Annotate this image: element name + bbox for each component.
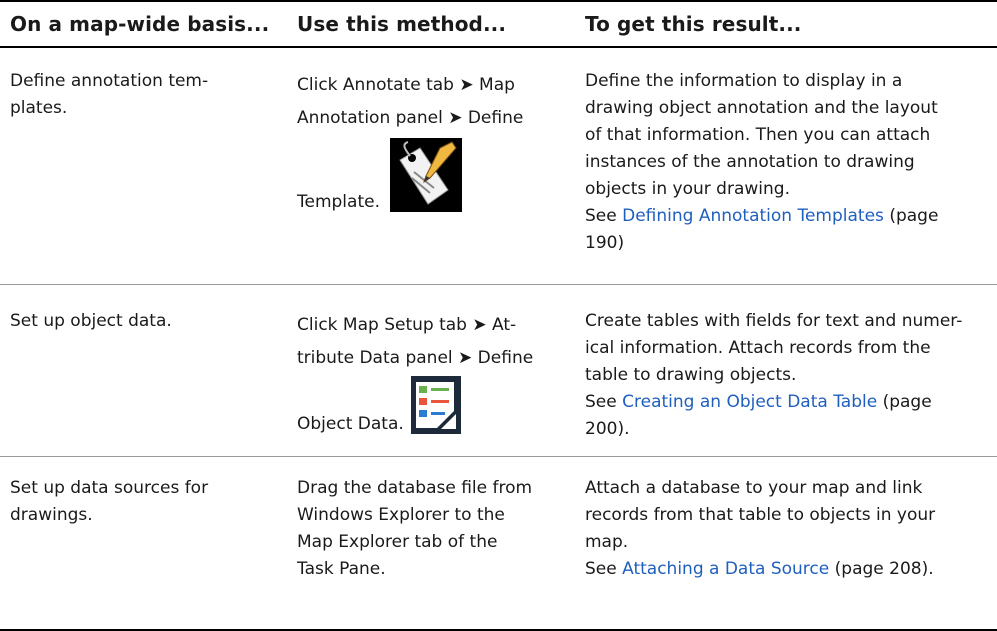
- result-line: of that information. Then you can attach: [585, 125, 931, 145]
- method-line: Task Pane.: [297, 559, 386, 579]
- see-page: (page: [882, 392, 932, 412]
- table-row: Set up object data. Click Map Setup tab …: [0, 285, 997, 457]
- result-cell: Create tables with fields for text and n…: [585, 308, 990, 443]
- object-data-icon: [411, 376, 461, 443]
- result-line: instances of the annotation to drawing: [585, 152, 915, 172]
- annotation-template-icon: [390, 138, 462, 221]
- result-line: table to drawing objects.: [585, 365, 797, 385]
- method-line-with-icon: Object Data.: [297, 376, 577, 438]
- header-map-wide-basis: On a map-wide basis...: [10, 12, 270, 36]
- see-page: (page: [889, 206, 939, 226]
- see-reference: See Defining Annotation Templates (page: [585, 203, 990, 230]
- method-line: Drag the database file from: [297, 478, 533, 498]
- result-line: Attach a database to your map and link: [585, 478, 923, 498]
- result-line: Define the information to display in a: [585, 71, 903, 91]
- method-line: Template.: [297, 192, 380, 212]
- method-line: Windows Explorer to the: [297, 505, 505, 525]
- method-cell: Drag the database file from Windows Expl…: [297, 475, 577, 583]
- header-method: Use this method...: [297, 12, 507, 36]
- see-page-number: 190): [585, 233, 625, 253]
- see-reference: See Creating an Object Data Table (page: [585, 389, 990, 416]
- result-line: Create tables with fields for text and n…: [585, 311, 963, 331]
- result-line: records from that table to objects in yo…: [585, 505, 936, 525]
- result-line: ical information. Attach records from th…: [585, 338, 931, 358]
- see-prefix: See: [585, 206, 617, 226]
- see-reference: See Attaching a Data Source (page 208).: [585, 556, 990, 583]
- method-line: Object Data.: [297, 414, 404, 434]
- method-line: Map Explorer tab of the: [297, 532, 498, 552]
- see-link-defining-annotation-templates[interactable]: Defining Annotation Templates: [622, 206, 884, 226]
- result-line: map.: [585, 532, 629, 552]
- method-line: Annotation panel ➤ Define: [297, 108, 524, 128]
- result-line: drawing object annotation and the layout: [585, 98, 938, 118]
- see-prefix: See: [585, 559, 617, 579]
- header-result: To get this result...: [585, 12, 802, 36]
- method-cell: Click Annotate tab ➤ Map Annotation pane…: [297, 72, 577, 218]
- see-prefix: See: [585, 392, 617, 412]
- result-cell: Define the information to display in a d…: [585, 68, 990, 257]
- result-cell: Attach a database to your map and link r…: [585, 475, 990, 583]
- see-link-creating-object-data-table[interactable]: Creating an Object Data Table: [622, 392, 877, 412]
- method-line: tribute Data panel ➤ Define: [297, 348, 534, 368]
- method-cell: Click Map Setup tab ➤ At- tribute Data p…: [297, 312, 577, 438]
- task-cell: Define annotation tem- plates.: [10, 71, 209, 118]
- table-header: On a map-wide basis... Use this method..…: [0, 0, 997, 48]
- see-page: (page 208).: [834, 559, 934, 579]
- task-cell: Set up data sources for drawings.: [10, 478, 209, 525]
- method-line-with-icon: Template.: [297, 138, 577, 218]
- task-cell: Set up object data.: [10, 311, 172, 331]
- method-line: Click Map Setup tab ➤ At-: [297, 315, 517, 335]
- method-line: Click Annotate tab ➤ Map: [297, 75, 515, 95]
- see-page-number: 200).: [585, 419, 630, 439]
- table-row: Set up data sources for drawings. Drag t…: [0, 457, 997, 631]
- result-line: objects in your drawing.: [585, 179, 790, 199]
- see-link-attaching-data-source[interactable]: Attaching a Data Source: [622, 559, 829, 579]
- table-row: Define annotation tem- plates. Click Ann…: [0, 48, 997, 285]
